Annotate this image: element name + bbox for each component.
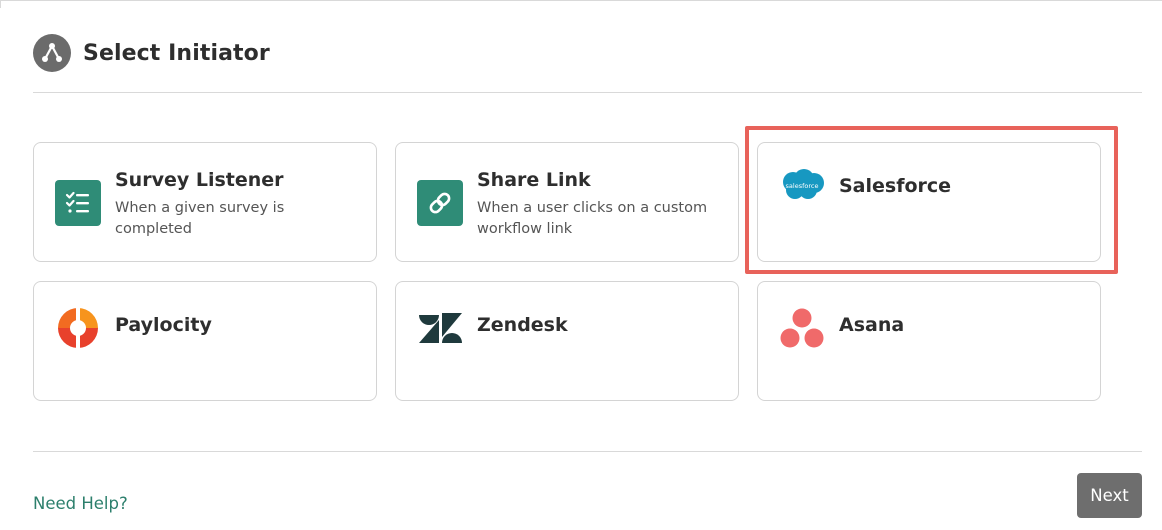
- initiator-title: Salesforce: [839, 175, 952, 197]
- link-icon: [416, 179, 464, 227]
- initiator-description: When a given survey is completed: [115, 200, 285, 237]
- salesforce-logo-text: salesforce: [786, 182, 819, 190]
- dialog-header: Select Initiator: [33, 34, 270, 72]
- paylocity-logo-icon: [54, 304, 102, 352]
- page-title: Select Initiator: [83, 40, 270, 66]
- footer-divider: [33, 451, 1142, 452]
- header-divider: [33, 92, 1142, 93]
- zendesk-logo-icon: [416, 304, 464, 352]
- initiator-title: Paylocity: [115, 314, 212, 336]
- need-help-link[interactable]: Need Help?: [33, 494, 128, 513]
- initiator-card-salesforce[interactable]: salesforce Salesforce: [757, 142, 1101, 262]
- next-button[interactable]: Next: [1077, 473, 1142, 518]
- initiator-description: When a user clicks on a custom workflow …: [477, 200, 708, 237]
- initiator-card-zendesk[interactable]: Zendesk: [395, 281, 739, 401]
- salesforce-logo-icon: salesforce: [778, 161, 826, 209]
- window-edge: [0, 0, 1162, 8]
- initiator-title: Share Link: [477, 169, 591, 191]
- initiator-card-paylocity[interactable]: Paylocity: [33, 281, 377, 401]
- initiator-card-asana[interactable]: Asana: [757, 281, 1101, 401]
- checklist-icon: [54, 179, 102, 227]
- initiator-title: Asana: [839, 314, 905, 336]
- initiator-card-survey-listener[interactable]: Survey Listener When a given survey is c…: [33, 142, 377, 262]
- asana-logo-icon: [778, 304, 826, 352]
- initiator-card-share-link[interactable]: Share Link When a user clicks on a custo…: [395, 142, 739, 262]
- initiator-title: Zendesk: [477, 314, 568, 336]
- workflow-icon: [33, 34, 71, 72]
- initiator-title: Survey Listener: [115, 169, 284, 191]
